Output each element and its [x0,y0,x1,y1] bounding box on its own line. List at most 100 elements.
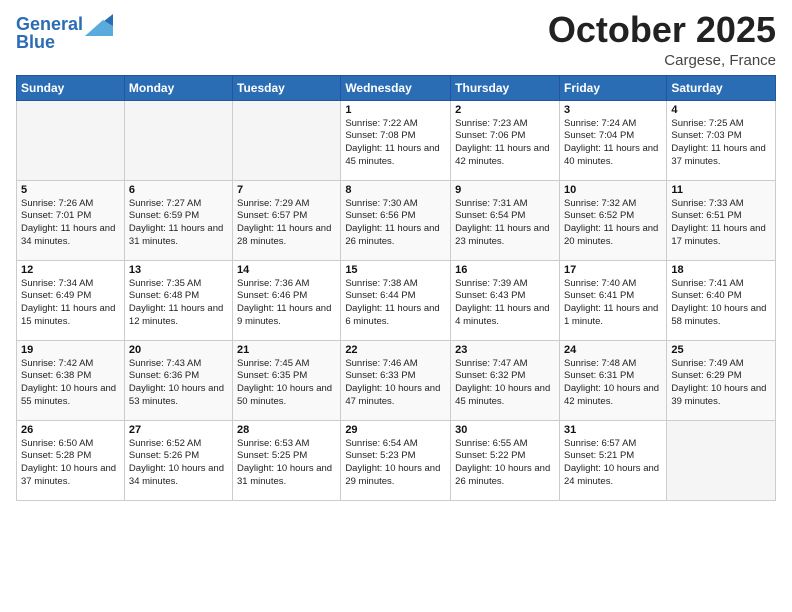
day-info: Sunrise: 7:45 AM Sunset: 6:35 PM Dayligh… [237,358,336,409]
calendar-cell: 9 Sunrise: 7:31 AM Sunset: 6:54 PM Daylig… [451,180,560,260]
week-row-2: 12 Sunrise: 7:34 AM Sunset: 6:49 PM Dayli… [17,260,776,340]
day-info: Sunrise: 7:46 AM Sunset: 6:33 PM Dayligh… [345,358,446,409]
day-info: Sunrise: 7:42 AM Sunset: 6:38 PM Dayligh… [21,358,120,409]
day-number: 4 [671,104,771,116]
calendar-cell: 25 Sunrise: 7:49 AM Sunset: 6:29 PM Dayli… [667,340,776,420]
day-number: 18 [671,264,771,276]
day-info: Sunrise: 7:23 AM Sunset: 7:06 PM Dayligh… [455,118,555,169]
day-number: 23 [455,344,555,356]
day-info: Sunrise: 6:54 AM Sunset: 5:23 PM Dayligh… [345,438,446,489]
calendar-cell: 29Sunrise: 6:54 AM Sunset: 5:23 PM Dayli… [341,420,451,500]
calendar-cell: 30 Sunrise: 6:55 AM Sunset: 5:22 PM Dayli… [451,420,560,500]
day-info: Sunrise: 6:55 AM Sunset: 5:22 PM Dayligh… [455,438,555,489]
weekday-header-monday: Monday [124,75,232,100]
day-info: Sunrise: 7:49 AM Sunset: 6:29 PM Dayligh… [671,358,771,409]
calendar-cell: 15 Sunrise: 7:38 AM Sunset: 6:44 PM Dayli… [341,260,451,340]
day-number: 7 [237,184,336,196]
day-info: Sunrise: 7:48 AM Sunset: 6:31 PM Dayligh… [564,358,662,409]
calendar-cell: 24 Sunrise: 7:48 AM Sunset: 6:31 PM Dayli… [559,340,666,420]
day-number: 5 [21,184,120,196]
day-info: Sunrise: 6:53 AM Sunset: 5:25 PM Dayligh… [237,438,336,489]
calendar-cell: 28Sunrise: 6:53 AM Sunset: 5:25 PM Dayli… [233,420,341,500]
day-info: Sunrise: 7:24 AM Sunset: 7:04 PM Dayligh… [564,118,662,169]
calendar-cell: 20 Sunrise: 7:43 AM Sunset: 6:36 PM Dayli… [124,340,232,420]
day-info: Sunrise: 7:33 AM Sunset: 6:51 PM Dayligh… [671,198,771,249]
calendar-cell: 22 Sunrise: 7:46 AM Sunset: 6:33 PM Dayli… [341,340,451,420]
day-info: Sunrise: 7:25 AM Sunset: 7:03 PM Dayligh… [671,118,771,169]
calendar-cell: 17Sunrise: 7:40 AM Sunset: 6:41 PM Dayli… [559,260,666,340]
day-number: 17 [564,264,662,276]
day-info: Sunrise: 7:31 AM Sunset: 6:54 PM Dayligh… [455,198,555,249]
weekday-header-row: SundayMondayTuesdayWednesdayThursdayFrid… [17,75,776,100]
logo-icon [85,14,113,36]
calendar-cell: 16 Sunrise: 7:39 AM Sunset: 6:43 PM Dayli… [451,260,560,340]
day-number: 1 [345,104,446,116]
calendar-cell: 12 Sunrise: 7:34 AM Sunset: 6:49 PM Dayli… [17,260,125,340]
day-info: Sunrise: 7:34 AM Sunset: 6:49 PM Dayligh… [21,278,120,329]
calendar-cell: 31Sunrise: 6:57 AM Sunset: 5:21 PM Dayli… [559,420,666,500]
calendar-cell: 14 Sunrise: 7:36 AM Sunset: 6:46 PM Dayli… [233,260,341,340]
week-row-3: 19 Sunrise: 7:42 AM Sunset: 6:38 PM Dayli… [17,340,776,420]
day-info: Sunrise: 7:39 AM Sunset: 6:43 PM Dayligh… [455,278,555,329]
day-number: 19 [21,344,120,356]
day-number: 3 [564,104,662,116]
day-info: Sunrise: 7:43 AM Sunset: 6:36 PM Dayligh… [129,358,228,409]
header: General Blue October 2025 Cargese, Franc… [16,10,776,69]
location-title: Cargese, France [548,52,776,69]
day-number: 2 [455,104,555,116]
day-number: 6 [129,184,228,196]
weekday-header-saturday: Saturday [667,75,776,100]
calendar-cell: 26Sunrise: 6:50 AM Sunset: 5:28 PM Dayli… [17,420,125,500]
title-block: October 2025 Cargese, France [548,10,776,69]
weekday-header-wednesday: Wednesday [341,75,451,100]
calendar-cell: 10Sunrise: 7:32 AM Sunset: 6:52 PM Dayli… [559,180,666,260]
day-number: 8 [345,184,446,196]
weekday-header-thursday: Thursday [451,75,560,100]
calendar-cell: 5 Sunrise: 7:26 AM Sunset: 7:01 PM Daylig… [17,180,125,260]
calendar-body: 1Sunrise: 7:22 AM Sunset: 7:08 PM Daylig… [17,100,776,500]
day-number: 15 [345,264,446,276]
day-number: 14 [237,264,336,276]
weekday-header-sunday: Sunday [17,75,125,100]
calendar-cell [667,420,776,500]
calendar-cell: 27 Sunrise: 6:52 AM Sunset: 5:26 PM Dayli… [124,420,232,500]
day-info: Sunrise: 6:52 AM Sunset: 5:26 PM Dayligh… [129,438,228,489]
calendar-cell: 1Sunrise: 7:22 AM Sunset: 7:08 PM Daylig… [341,100,451,180]
day-info: Sunrise: 7:30 AM Sunset: 6:56 PM Dayligh… [345,198,446,249]
day-number: 24 [564,344,662,356]
day-number: 21 [237,344,336,356]
day-number: 12 [21,264,120,276]
week-row-4: 26Sunrise: 6:50 AM Sunset: 5:28 PM Dayli… [17,420,776,500]
calendar-cell: 19 Sunrise: 7:42 AM Sunset: 6:38 PM Dayli… [17,340,125,420]
weekday-header-friday: Friday [559,75,666,100]
day-info: Sunrise: 6:50 AM Sunset: 5:28 PM Dayligh… [21,438,120,489]
calendar-cell: 6Sunrise: 7:27 AM Sunset: 6:59 PM Daylig… [124,180,232,260]
day-number: 13 [129,264,228,276]
calendar-cell: 8 Sunrise: 7:30 AM Sunset: 6:56 PM Daylig… [341,180,451,260]
week-row-0: 1Sunrise: 7:22 AM Sunset: 7:08 PM Daylig… [17,100,776,180]
day-number: 22 [345,344,446,356]
calendar-cell: 11Sunrise: 7:33 AM Sunset: 6:51 PM Dayli… [667,180,776,260]
page: General Blue October 2025 Cargese, Franc… [0,0,792,612]
day-number: 20 [129,344,228,356]
calendar-cell [233,100,341,180]
day-number: 16 [455,264,555,276]
day-number: 9 [455,184,555,196]
day-info: Sunrise: 7:47 AM Sunset: 6:32 PM Dayligh… [455,358,555,409]
day-number: 30 [455,424,555,436]
day-number: 27 [129,424,228,436]
day-info: Sunrise: 7:32 AM Sunset: 6:52 PM Dayligh… [564,198,662,249]
weekday-header-tuesday: Tuesday [233,75,341,100]
calendar-cell: 4 Sunrise: 7:25 AM Sunset: 7:03 PM Daylig… [667,100,776,180]
calendar-cell: 21 Sunrise: 7:45 AM Sunset: 6:35 PM Dayli… [233,340,341,420]
calendar-cell [124,100,232,180]
day-info: Sunrise: 7:29 AM Sunset: 6:57 PM Dayligh… [237,198,336,249]
day-info: Sunrise: 7:38 AM Sunset: 6:44 PM Dayligh… [345,278,446,329]
calendar-cell [17,100,125,180]
calendar-cell: 18Sunrise: 7:41 AM Sunset: 6:40 PM Dayli… [667,260,776,340]
day-info: Sunrise: 7:26 AM Sunset: 7:01 PM Dayligh… [21,198,120,249]
day-info: Sunrise: 7:36 AM Sunset: 6:46 PM Dayligh… [237,278,336,329]
calendar: SundayMondayTuesdayWednesdayThursdayFrid… [16,75,776,501]
day-number: 25 [671,344,771,356]
day-info: Sunrise: 7:35 AM Sunset: 6:48 PM Dayligh… [129,278,228,329]
